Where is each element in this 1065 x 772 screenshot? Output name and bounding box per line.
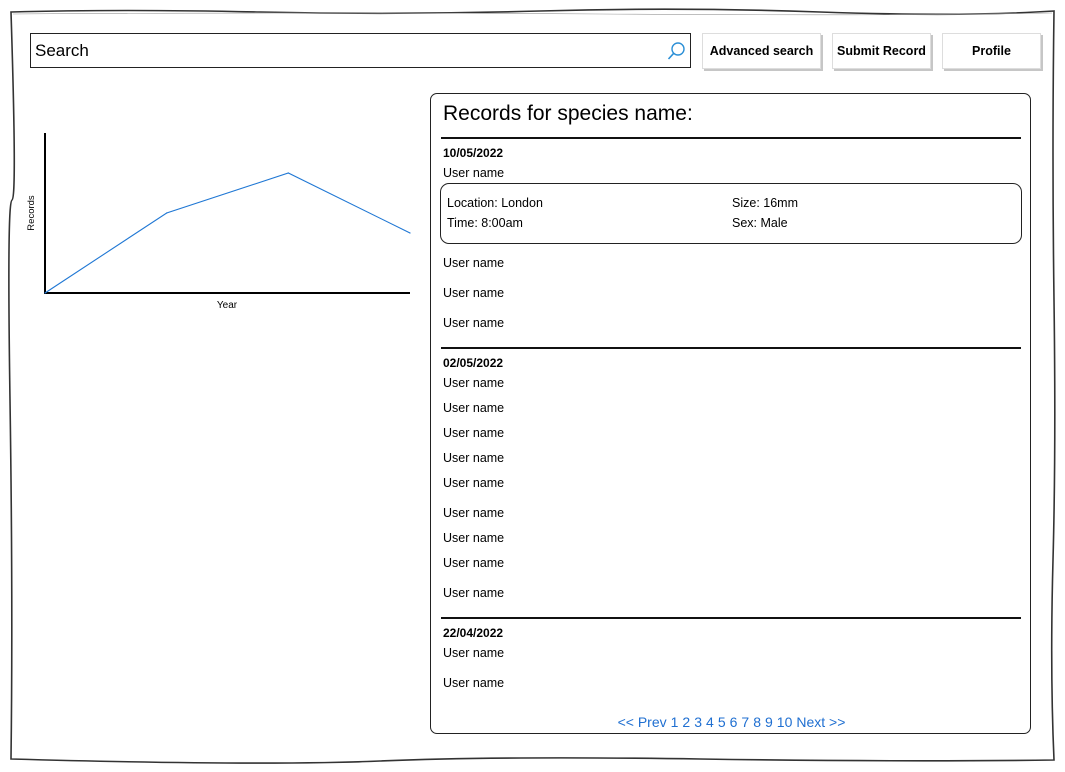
search-icon[interactable] <box>666 40 688 62</box>
data-point-0 <box>44 292 46 294</box>
user-name-link[interactable]: User name <box>443 426 504 440</box>
advanced-search-button[interactable]: Advanced search <box>702 33 821 69</box>
page-link-10[interactable]: 10 <box>777 714 793 730</box>
page-link-7[interactable]: 7 <box>741 714 749 730</box>
user-name-link[interactable]: User name <box>443 286 504 300</box>
user-name-link[interactable]: User name <box>443 451 504 465</box>
time-field: Time: 8:00am <box>447 216 523 230</box>
series-line <box>44 172 411 294</box>
user-name-link[interactable]: User name <box>443 586 504 600</box>
next-page-link[interactable]: Next >> <box>796 714 845 730</box>
user-name-link[interactable]: User name <box>443 676 504 690</box>
y-axis-label: Records <box>26 195 37 231</box>
page-link-9[interactable]: 9 <box>765 714 773 730</box>
record-detail-card: Location: London Time: 8:00am Size: 16mm… <box>440 183 1022 244</box>
data-point-2 <box>287 172 289 174</box>
user-name-link[interactable]: User name <box>443 531 504 545</box>
page-link-2[interactable]: 2 <box>682 714 690 730</box>
profile-button[interactable]: Profile <box>942 33 1041 69</box>
user-name-link[interactable]: User name <box>443 646 504 660</box>
location-field: Location: London <box>447 196 543 210</box>
record-date: 22/04/2022 <box>443 626 504 640</box>
user-name-link[interactable]: User name <box>443 316 504 330</box>
user-name-link[interactable]: User name <box>443 256 504 270</box>
sex-field: Sex: Male <box>732 216 788 230</box>
page-link-8[interactable]: 8 <box>753 714 761 730</box>
user-name-link[interactable]: User name <box>443 476 504 490</box>
page-link-5[interactable]: 5 <box>718 714 726 730</box>
user-name-link[interactable]: User name <box>443 556 504 570</box>
submit-record-button[interactable]: Submit Record <box>832 33 931 69</box>
data-point-1 <box>166 212 168 214</box>
record-date: 02/05/2022 <box>443 356 504 370</box>
wireframe-window: Advanced search Submit Record Profile Re… <box>0 0 1065 772</box>
records-line-chart: Records Year <box>26 133 411 311</box>
search-input[interactable] <box>35 34 655 67</box>
user-name-link[interactable]: User name <box>443 401 504 415</box>
page-link-4[interactable]: 4 <box>706 714 714 730</box>
divider <box>441 617 1021 619</box>
prev-page-link[interactable]: << Prev <box>618 714 667 730</box>
pagination: << Prev 1 2 3 4 5 6 7 8 9 10 Next >> <box>431 714 1032 730</box>
x-axis-label: Year <box>217 300 238 311</box>
size-field: Size: 16mm <box>732 196 798 210</box>
user-name-link[interactable]: User name <box>443 506 504 520</box>
page-title: Records for species name: <box>443 102 693 125</box>
divider <box>441 137 1021 139</box>
page-link-6[interactable]: 6 <box>730 714 738 730</box>
user-name-link[interactable]: User name <box>443 376 504 390</box>
search-box[interactable] <box>30 33 691 68</box>
series-points <box>44 172 411 294</box>
page-link-3[interactable]: 3 <box>694 714 702 730</box>
records-panel: Records for species name: 10/05/2022 Use… <box>430 93 1031 734</box>
record-date: 10/05/2022 <box>443 146 504 160</box>
page-link-1[interactable]: 1 <box>671 714 679 730</box>
user-name-link[interactable]: User name <box>443 166 504 180</box>
divider <box>441 347 1021 349</box>
data-point-3 <box>409 232 411 234</box>
